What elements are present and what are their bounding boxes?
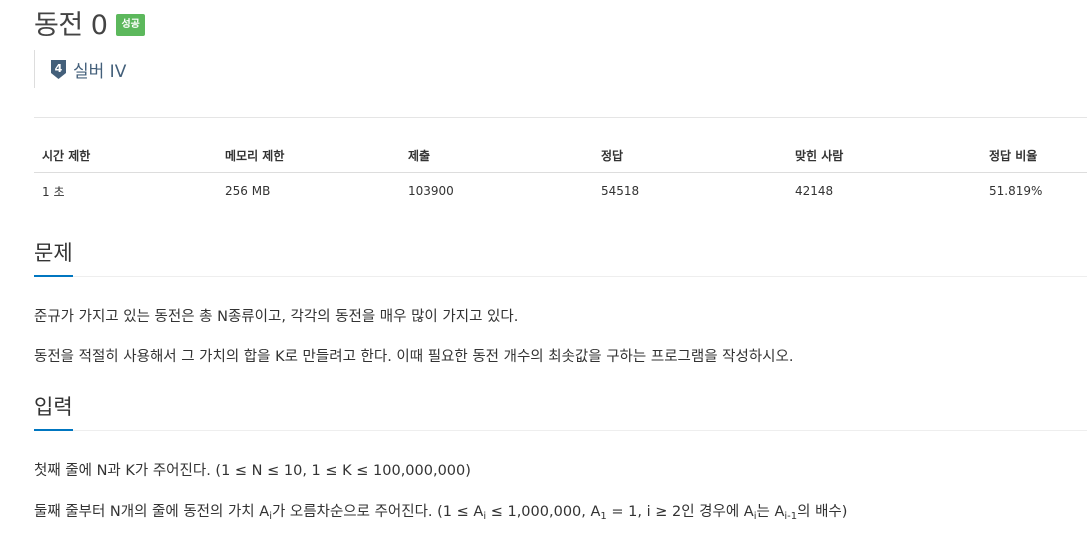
value-submissions: 103900 — [408, 184, 454, 198]
value-solvers: 42148 — [795, 184, 834, 198]
title-row: 동전 0 성공 — [34, 4, 145, 41]
table-row: 1 초 256 MB 103900 54518 42148 51.819% — [34, 173, 1087, 210]
header-solvers: 맞힌 사람 — [787, 139, 981, 173]
value-accept-ratio: 51.819% — [989, 184, 1043, 198]
table-header-row: 시간 제한 메모리 제한 제출 정답 맞힌 사람 정답 비율 — [34, 139, 1087, 173]
problem-info-table: 시간 제한 메모리 제한 제출 정답 맞힌 사람 정답 비율 1 초 256 M… — [34, 139, 1087, 209]
status-badge: 성공 — [116, 13, 145, 36]
header-submissions: 제출 — [400, 139, 593, 173]
description-headline: 문제 — [34, 236, 1087, 277]
svg-text:4: 4 — [55, 62, 63, 75]
description-paragraph-1: 준규가 가지고 있는 동전은 총 N종류이고, 각각의 동전을 매우 많이 가지… — [34, 309, 519, 325]
divider — [34, 117, 1087, 118]
header-accepted: 정답 — [593, 139, 787, 173]
silver-tier-icon: 4 — [51, 60, 66, 79]
problem-title: 동전 0 — [34, 9, 108, 41]
input-title: 입력 — [34, 394, 73, 431]
value-accepted: 54518 — [601, 184, 640, 198]
input-headline: 입력 — [34, 390, 1087, 431]
header-memory-limit: 메모리 제한 — [217, 139, 400, 173]
tier-info: 4 실버 IV — [34, 50, 126, 88]
input-paragraph-2: 둘째 줄부터 N개의 줄에 동전의 가치 Ai가 오름차순으로 주어진다. (1… — [34, 504, 848, 522]
value-memory-limit: 256 MB — [225, 184, 271, 198]
input-paragraph-1: 첫째 줄에 N과 K가 주어진다. (1 ≤ N ≤ 10, 1 ≤ K ≤ 1… — [34, 463, 471, 479]
description-title: 문제 — [34, 240, 73, 277]
header-accept-ratio: 정답 비율 — [981, 139, 1087, 173]
tier-name: 실버 IV — [73, 61, 127, 82]
value-time-limit: 1 초 — [42, 184, 65, 199]
header-time-limit: 시간 제한 — [34, 139, 217, 173]
description-paragraph-2: 동전을 적절히 사용해서 그 가치의 합을 K로 만들려고 한다. 이때 필요한… — [34, 349, 794, 365]
